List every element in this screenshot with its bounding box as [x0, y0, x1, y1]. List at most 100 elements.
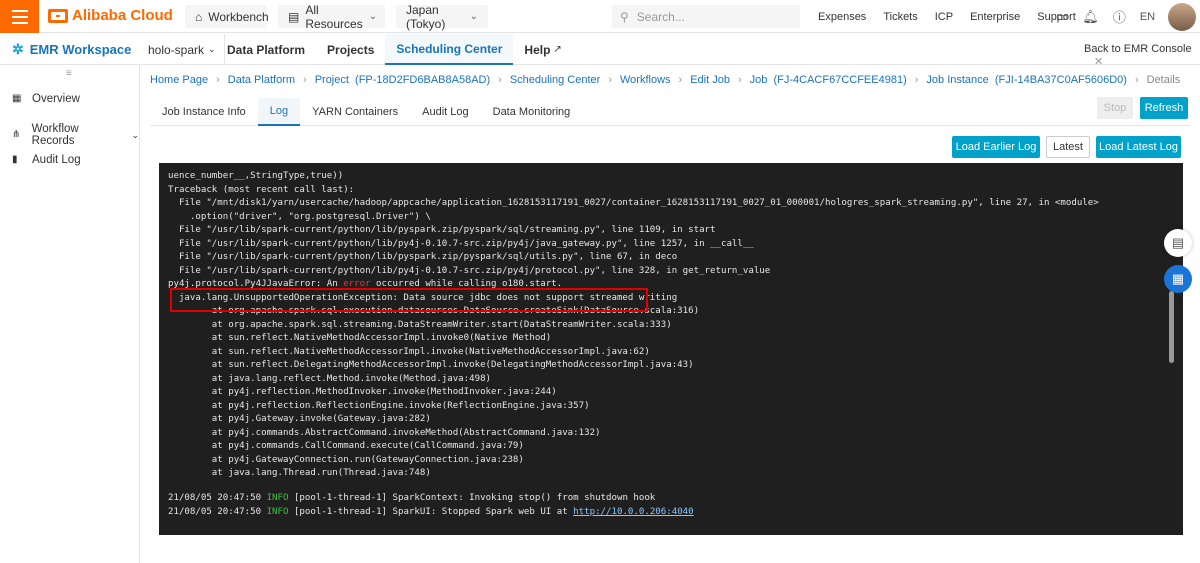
- breadcrumb-home[interactable]: Home Page: [150, 74, 208, 86]
- sidebar-item-label: Overview: [32, 93, 80, 105]
- error-highlight-box: [170, 288, 648, 312]
- log-line: at java.lang.Thread.run(Thread.java:748): [168, 468, 431, 478]
- search-input[interactable]: ⚲ Search...: [612, 5, 800, 28]
- emr-logo-icon: ✲: [12, 41, 24, 57]
- tab-audit-log[interactable]: Audit Log: [410, 98, 480, 126]
- feedback-icon[interactable]: ▤: [1164, 229, 1192, 257]
- language-switch[interactable]: EN: [1140, 11, 1155, 23]
- resources-icon: ▤: [288, 9, 300, 24]
- log-line: at org.apache.spark.sql.streaming.DataSt…: [168, 319, 672, 330]
- workbench-label: Workbench: [208, 9, 269, 24]
- log-line: 21/08/05 20:47:50 INFO [pool-1-thread-1]…: [168, 493, 656, 503]
- chevron-down-icon: ⌄: [368, 11, 378, 22]
- apps-icon[interactable]: ▦: [1164, 265, 1192, 293]
- top-navbar: Alibaba Cloud ⌂ Workbench ▤ All Resource…: [0, 0, 1200, 33]
- back-to-console-link[interactable]: Back to EMR Console ✕: [1084, 43, 1200, 68]
- latest-button[interactable]: Latest: [1046, 136, 1090, 158]
- tab-log[interactable]: Log: [257, 98, 301, 126]
- tab-data-platform[interactable]: Data Platform: [216, 34, 316, 65]
- product-name: EMR Workspace: [29, 42, 132, 57]
- avatar[interactable]: [1168, 3, 1196, 31]
- log-line: at py4j.reflection.MethodInvoker.invoke(…: [168, 387, 557, 397]
- resources-label: All Resources: [305, 2, 363, 31]
- log-scrollbar[interactable]: [1169, 291, 1174, 363]
- workspace-selector[interactable]: holo-spark ⌄: [140, 34, 225, 65]
- region-dropdown[interactable]: Japan (Tokyo) ⌄: [396, 2, 488, 31]
- log-line: File "/usr/lib/spark-current/python/lib/…: [168, 265, 771, 276]
- search-icon: ⚲: [620, 9, 629, 24]
- tab-job-instance-info[interactable]: Job Instance Info: [150, 98, 258, 126]
- chevron-down-icon: ⌄: [131, 129, 139, 140]
- resources-dropdown[interactable]: ▤ All Resources ⌄: [278, 2, 385, 31]
- breadcrumb: Home Page › Data Platform › Project (FP-18…: [150, 74, 1181, 86]
- log-level: INFO: [266, 506, 289, 517]
- log-line: at py4j.commands.AbstractCommand.invokeM…: [168, 427, 601, 438]
- bell-icon[interactable]: 🔔︎: [1082, 9, 1099, 25]
- spark-ui-link[interactable]: http://10.0.0.206:4040: [573, 507, 693, 517]
- sidebar-item-workflow-records[interactable]: ⋔ Workflow Records ⌄: [12, 123, 139, 147]
- region-label: Japan (Tokyo): [406, 2, 446, 31]
- sidebar-item-overview[interactable]: ▦ Overview: [12, 93, 80, 105]
- document-icon: ▮: [12, 154, 18, 165]
- tab-data-monitoring[interactable]: Data Monitoring: [481, 98, 583, 126]
- log-line: at py4j.reflection.ReflectionEngine.invo…: [168, 400, 590, 411]
- help-icon[interactable]: ⓘ: [1113, 7, 1126, 26]
- load-latest-log-button[interactable]: Load Latest Log: [1096, 136, 1181, 158]
- log-line: uence_number__,StringType,true)): [168, 171, 344, 181]
- log-line: 21/08/05 20:47:50 INFO [pool-1-thread-1]…: [168, 506, 694, 517]
- breadcrumb-scheduling-center[interactable]: Scheduling Center: [510, 74, 601, 86]
- tab-help[interactable]: Help ↗: [513, 34, 572, 65]
- log-line: at sun.reflect.NativeMethodAccessorImpl.…: [168, 346, 650, 357]
- brand-name: Alibaba Cloud: [72, 7, 173, 24]
- breadcrumb-job[interactable]: Job (FJ-4CACF67CCFEE4981): [750, 74, 907, 86]
- chevron-down-icon: ⌄: [208, 44, 216, 54]
- workbench-button[interactable]: ⌂ Workbench: [185, 5, 269, 28]
- log-line: at java.lang.reflect.Method.invoke(Metho…: [168, 373, 492, 384]
- home-icon: ⌂: [195, 9, 203, 24]
- log-viewer[interactable]: uence_number__,StringType,true)) Tracebac…: [159, 163, 1183, 535]
- tickets-link[interactable]: Tickets: [883, 11, 917, 23]
- log-line: Traceback (most recent call last):: [168, 184, 355, 195]
- instance-tabs: Job Instance Info Log YARN Containers Au…: [150, 98, 1190, 126]
- log-line: at py4j.Gateway.invoke(Gateway.java:282): [168, 414, 431, 424]
- close-icon[interactable]: ✕: [1094, 56, 1103, 68]
- log-line: at py4j.commands.CallCommand.execute(Cal…: [168, 441, 524, 451]
- emr-workspace-logo[interactable]: ✲ EMR Workspace: [12, 41, 131, 58]
- grid-icon: ▦: [12, 93, 22, 104]
- expenses-link[interactable]: Expenses: [818, 11, 866, 23]
- alibaba-cloud-logo-icon: [48, 8, 68, 23]
- breadcrumb-data-platform[interactable]: Data Platform: [228, 74, 295, 86]
- menu-icon[interactable]: [0, 0, 39, 33]
- breadcrumb-edit-job[interactable]: Edit Job: [690, 74, 730, 86]
- log-level: INFO: [266, 493, 289, 503]
- breadcrumb-project[interactable]: Project (FP-18D2FD6BAB8A58AD): [315, 74, 490, 86]
- log-line: File "/usr/lib/spark-current/python/lib/…: [168, 252, 678, 262]
- external-link-icon: ↗: [553, 44, 562, 55]
- enterprise-link[interactable]: Enterprise: [970, 11, 1020, 23]
- workflow-icon: ⋔: [12, 129, 21, 140]
- log-line: at sun.reflect.DelegatingMethodAccessorI…: [168, 360, 694, 370]
- breadcrumb-details: Details: [1146, 74, 1181, 86]
- sidebar-item-audit-log[interactable]: ▮ Audit Log: [12, 154, 81, 166]
- refresh-button[interactable]: Refresh: [1140, 97, 1188, 119]
- sidebar-item-label: Workflow Records: [31, 123, 79, 147]
- log-line: at sun.reflect.NativeMethodAccessorImpl.…: [168, 333, 552, 343]
- stop-button[interactable]: Stop: [1097, 97, 1133, 119]
- breadcrumb-workflows[interactable]: Workflows: [620, 74, 671, 86]
- log-line: .option("driver", "org.postgresql.Driver…: [168, 211, 431, 222]
- brand-logo[interactable]: Alibaba Cloud: [48, 7, 173, 24]
- collapse-sidebar-icon[interactable]: ≡: [66, 68, 72, 79]
- log-line: File "/mnt/disk1/yarn/usercache/hadoop/a…: [168, 198, 1099, 208]
- terminal-icon[interactable]: ▭: [1056, 9, 1068, 25]
- product-navbar: ✲ EMR Workspace holo-spark ⌄ Data Platfo…: [0, 34, 1200, 68]
- breadcrumb-job-instance[interactable]: Job Instance (FJI-14BA37C0AF5606D0): [926, 74, 1127, 86]
- tab-projects[interactable]: Projects: [316, 34, 385, 65]
- tab-scheduling-center[interactable]: Scheduling Center: [385, 34, 514, 65]
- load-earlier-log-button[interactable]: Load Earlier Log: [952, 136, 1040, 158]
- workspace-name: holo-spark: [148, 42, 205, 57]
- chevron-down-icon: ⌄: [469, 11, 478, 22]
- log-line: at py4j.GatewayConnection.run(GatewayCon…: [168, 454, 524, 465]
- icp-link[interactable]: ICP: [935, 11, 953, 23]
- back-label: Back to EMR Console: [1084, 43, 1192, 55]
- tab-yarn-containers[interactable]: YARN Containers: [300, 98, 410, 126]
